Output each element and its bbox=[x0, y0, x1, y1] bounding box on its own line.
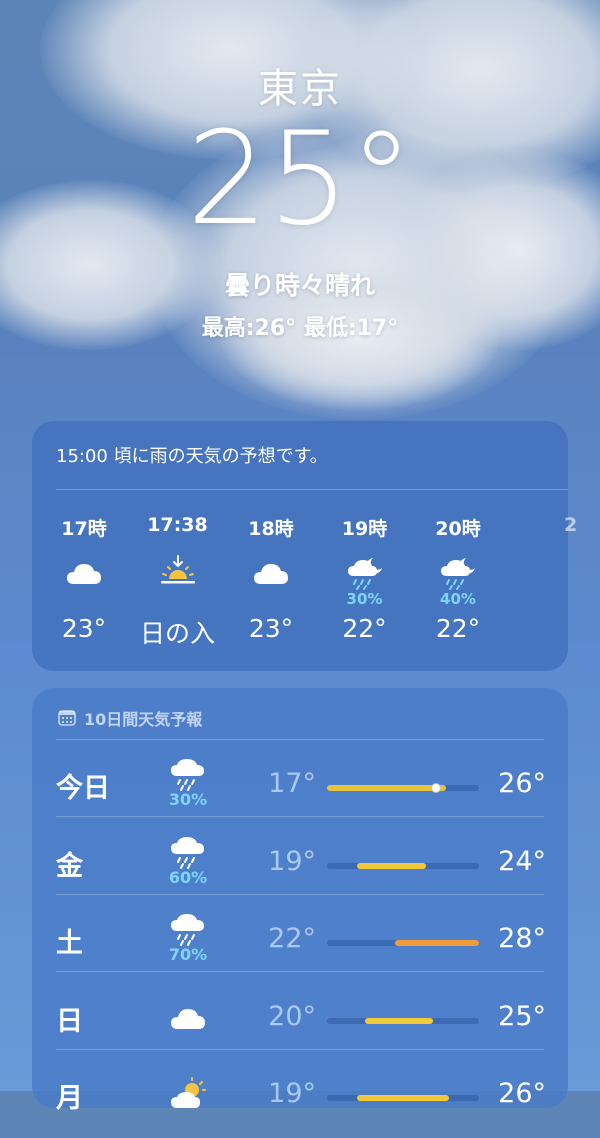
cloud-rain-icon bbox=[168, 756, 208, 792]
hourly-item: 17時 23° bbox=[44, 514, 124, 654]
day-high-temp: 24° bbox=[498, 845, 546, 877]
hourly-item: 19時 30% 22° bbox=[325, 514, 405, 654]
cloud-icon bbox=[64, 554, 104, 590]
day-high-temp: 26° bbox=[498, 1078, 546, 1109]
day-low-temp: 22° bbox=[268, 923, 316, 954]
row-divider bbox=[56, 971, 544, 972]
row-divider bbox=[56, 1048, 544, 1050]
temperature-range-bar bbox=[327, 1095, 479, 1101]
current-temp-marker bbox=[431, 783, 442, 793]
hourly-precip: 40% bbox=[440, 590, 476, 608]
temperature-range-bar bbox=[327, 862, 479, 869]
day-low-temp: 17° bbox=[268, 768, 316, 799]
cloud-icon bbox=[251, 554, 291, 590]
hourly-temperature: 23° bbox=[61, 614, 107, 643]
temperature-range-bar bbox=[327, 940, 479, 946]
hourly-temperature: 23° bbox=[248, 614, 294, 643]
day-high-temp: 28° bbox=[498, 923, 546, 954]
hourly-time: 18時 bbox=[248, 518, 294, 540]
forecast-summary: 15:00 頃に雨の天気の予想です。 bbox=[56, 446, 328, 467]
temperature-range-fill bbox=[357, 862, 426, 869]
temperature-range-bar bbox=[327, 1017, 479, 1024]
cloud-icon bbox=[168, 999, 208, 1035]
cloud-moon-rain-icon bbox=[345, 554, 385, 590]
weather-condition: 曇り時々晴れ bbox=[224, 271, 375, 300]
day-high-temp: 25° bbox=[498, 1000, 546, 1032]
hourly-temperature: 日の入 bbox=[139, 619, 215, 648]
cloud-moon-rain-icon bbox=[438, 554, 478, 590]
day-precip: 70% bbox=[168, 945, 208, 964]
day-high-temp: 26° bbox=[498, 768, 546, 799]
day-low-temp: 20° bbox=[268, 1000, 316, 1032]
day-low-temp: 19° bbox=[268, 845, 316, 877]
hourly-overflow-indicator: 2 bbox=[564, 514, 578, 536]
ten-day-title: 10日間天気予報 bbox=[84, 710, 203, 729]
day-label: 金 bbox=[56, 850, 83, 882]
cloud-rain-icon bbox=[168, 834, 208, 870]
hourly-divider bbox=[56, 489, 568, 490]
temperature-range-fill bbox=[365, 1017, 434, 1024]
hourly-item: 18時 23° bbox=[231, 514, 311, 654]
hourly-time: 19時 bbox=[341, 518, 388, 540]
sunset-icon bbox=[158, 554, 198, 590]
row-divider bbox=[56, 816, 544, 817]
day-label: 日 bbox=[56, 1005, 83, 1037]
day-label: 月 bbox=[56, 1083, 83, 1114]
hourly-temperature: 22° bbox=[342, 614, 387, 643]
hourly-time: 17:38 bbox=[147, 514, 208, 536]
day-low-temp: 19° bbox=[268, 1078, 316, 1109]
hourly-precip: 30% bbox=[346, 590, 383, 608]
hourly-temperature: 22° bbox=[435, 614, 481, 643]
cloud-rain-icon bbox=[168, 911, 208, 947]
hourly-time: 17時 bbox=[61, 518, 107, 540]
day-row[interactable]: 月 19° 26° bbox=[32, 1060, 568, 1138]
day-precip: 30% bbox=[168, 790, 208, 809]
hourly-time: 20時 bbox=[435, 518, 481, 540]
temperature-range-fill bbox=[357, 1095, 449, 1101]
day-precip: 60% bbox=[168, 867, 208, 887]
calendar-icon bbox=[58, 710, 76, 726]
hourly-item: 17:38 日の入 bbox=[138, 514, 218, 654]
current-temperature: 25° bbox=[186, 105, 414, 254]
cloud-sun-icon bbox=[168, 1076, 208, 1112]
temperature-range-bar bbox=[327, 783, 479, 793]
hourly-item: 20時 40% 22° bbox=[418, 514, 498, 654]
day-label: 今日 bbox=[56, 773, 110, 804]
high-low-temperature: 最高:26° 最低:17° bbox=[201, 316, 399, 341]
ten-day-divider bbox=[56, 739, 544, 740]
temperature-range-fill bbox=[395, 940, 479, 946]
row-divider bbox=[56, 893, 544, 895]
day-label: 土 bbox=[56, 928, 83, 959]
temperature-range-fill bbox=[327, 785, 446, 791]
